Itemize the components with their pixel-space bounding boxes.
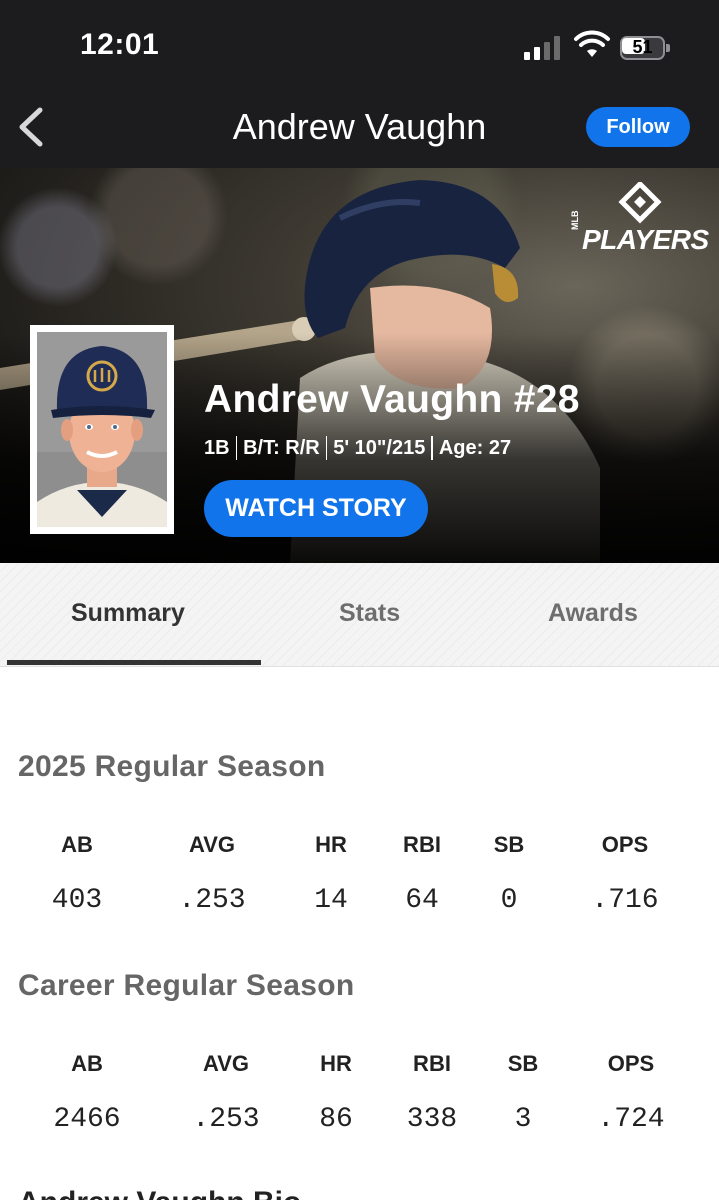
stat-header: RBI [413, 1051, 451, 1076]
tab-summary[interactable]: Summary [71, 599, 185, 628]
divider [431, 436, 433, 460]
season-section-title: 2025 Regular Season [18, 750, 326, 783]
stat-header: AB [61, 832, 93, 857]
career-section-title: Career Regular Season [18, 969, 355, 1002]
stat-header: AVG [202, 1051, 250, 1076]
stat-value: 64 [405, 885, 439, 916]
stat-header: HR [315, 832, 347, 857]
stat-value: 403 [51, 885, 103, 916]
battery-icon: 51 [620, 36, 670, 60]
tab-awards[interactable]: Awards [548, 599, 638, 628]
bio-section-title: Andrew Vaughn Bio [18, 1186, 301, 1200]
logo-players-text: PLAYERS [582, 224, 709, 255]
player-bats-throws: B/T: R/R [243, 436, 320, 459]
stat-value: .716 [591, 885, 659, 916]
stat-header: RBI [403, 832, 441, 857]
divider [235, 436, 238, 460]
stat-value: 2466 [53, 1104, 121, 1135]
battery-level: 51 [632, 37, 653, 57]
headshot-image [37, 332, 167, 527]
stat-header: SB [493, 832, 525, 857]
stat-header: AVG [188, 832, 236, 857]
stat-value: .253 [178, 885, 246, 916]
nav-bar: Andrew Vaughn Follow [0, 92, 719, 168]
stat-header: AB [71, 1051, 103, 1076]
player-meta: 1B B/T: R/R 5' 10"/215 Age: 27 [204, 436, 511, 460]
stat-value: 3 [514, 1104, 532, 1135]
player-height-weight: 5' 10"/215 [333, 436, 426, 459]
watch-story-button[interactable]: WATCH STORY [204, 480, 428, 537]
cellular-signal-icon [524, 36, 564, 60]
stat-value: 86 [319, 1104, 353, 1135]
player-hero-banner: MLB PLAYERS Andrew Vaughn #28 1B B/T: R/… [0, 168, 719, 563]
follow-button[interactable]: Follow [586, 107, 690, 147]
stat-value: 338 [406, 1104, 458, 1135]
stat-value: .253 [192, 1104, 260, 1135]
divider [325, 436, 328, 460]
stat-value: 14 [314, 885, 348, 916]
stat-header: OPS [607, 1051, 655, 1076]
player-headshot [30, 325, 174, 534]
stat-header: SB [507, 1051, 539, 1076]
tab-bar: Summary Stats Awards [0, 563, 719, 667]
logo-mlb-text: MLB [570, 210, 580, 231]
status-bar: 12:01 51 [0, 0, 719, 92]
player-name: Andrew Vaughn #28 [204, 378, 580, 421]
stat-value: .724 [597, 1104, 665, 1135]
stat-value: 0 [500, 885, 518, 916]
player-position: 1B [204, 436, 230, 459]
status-time: 12:01 [80, 28, 160, 61]
stat-header: HR [320, 1051, 352, 1076]
tab-stats[interactable]: Stats [339, 599, 400, 628]
active-tab-indicator [7, 660, 261, 665]
player-age: Age: 27 [438, 436, 512, 459]
wifi-icon [574, 30, 610, 57]
stat-header: OPS [601, 832, 649, 857]
